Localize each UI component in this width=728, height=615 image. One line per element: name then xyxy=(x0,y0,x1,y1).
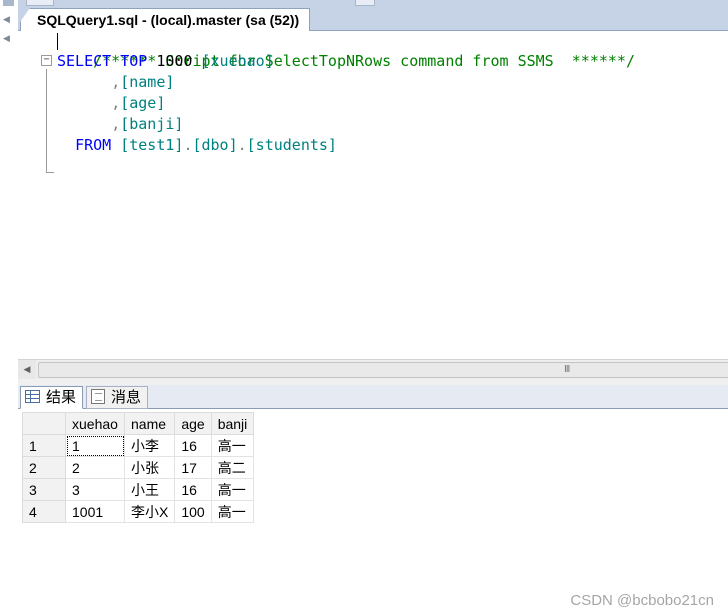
column-header-age[interactable]: age xyxy=(174,412,212,435)
column-xuehao: [xuehao] xyxy=(201,52,274,70)
row-number[interactable]: 3 xyxy=(22,478,66,501)
comma: , xyxy=(111,73,121,91)
grid-cell[interactable]: 1 xyxy=(65,434,125,457)
table-row: 1 1 小李 16 高一 xyxy=(22,434,255,457)
grid-cell[interactable]: 高二 xyxy=(210,456,255,479)
grid-cell[interactable]: 小李 xyxy=(123,434,176,457)
grid-cell[interactable]: 2 xyxy=(65,456,125,479)
table-schema: [dbo] xyxy=(192,136,238,154)
watermark: CSDN @bcbobo21cn xyxy=(570,592,714,609)
collapse-arrow-icon[interactable]: ◀ xyxy=(3,33,10,43)
grid-cell[interactable]: 100 xyxy=(174,500,212,523)
grid-cell[interactable]: 高一 xyxy=(210,478,255,501)
messages-icon xyxy=(91,389,105,404)
grid-corner[interactable] xyxy=(22,412,66,435)
keyword-top: TOP xyxy=(120,52,148,70)
collapse-arrow-icon[interactable]: ◀ xyxy=(3,14,10,24)
scrollbar-thumb[interactable]: III xyxy=(38,362,728,378)
dot: . xyxy=(237,136,247,154)
keyword-select: SELECT xyxy=(57,52,112,70)
code-line-from: FROM [test1].[dbo].[students] xyxy=(57,135,337,156)
row-number[interactable]: 1 xyxy=(22,434,66,457)
code-line-age: ,[age] xyxy=(57,93,165,114)
column-header-banji[interactable]: banji xyxy=(210,412,255,435)
tab-results[interactable]: 结果 xyxy=(20,386,84,409)
grid-cell[interactable]: 17 xyxy=(174,456,212,479)
grid-cell[interactable]: 3 xyxy=(65,478,125,501)
grid-cell[interactable]: 李小X xyxy=(123,500,176,523)
table-name: [students] xyxy=(246,136,337,154)
grid-cell[interactable]: 小王 xyxy=(123,478,176,501)
grid-icon xyxy=(25,390,40,403)
tab-results-label: 结果 xyxy=(46,389,77,406)
table-row: 4 1001 李小X 100 高一 xyxy=(22,500,255,523)
table-db: [test1] xyxy=(120,136,184,154)
outline-guide-end xyxy=(46,172,54,173)
row-number[interactable]: 2 xyxy=(22,456,66,479)
grid-cell[interactable]: 1001 xyxy=(65,500,125,523)
collapse-toggle-icon[interactable]: − xyxy=(41,55,52,66)
row-number[interactable]: 4 xyxy=(22,500,66,523)
document-tab-bar: SQLQuery1.sql - (local).master (sa (52)) xyxy=(18,6,728,31)
query-editor[interactable]: − /****** Script for SelectTopNRows comm… xyxy=(18,31,728,359)
grid-cell[interactable]: 高一 xyxy=(210,500,255,523)
tab-messages[interactable]: 消息 xyxy=(86,386,149,409)
column-banji: [banji] xyxy=(120,115,184,133)
column-header-xuehao[interactable]: xuehao xyxy=(65,412,125,435)
column-header-name[interactable]: name xyxy=(123,412,176,435)
grid-header-row: xuehao name age banji xyxy=(22,412,255,435)
object-explorer-edge: ◀ ◀ xyxy=(0,0,19,615)
column-age: [age] xyxy=(120,94,166,112)
grid-cell[interactable]: 高一 xyxy=(210,434,255,457)
code-line-select: SELECT TOP 1000 [xuehao] xyxy=(57,51,274,72)
tab-messages-label: 消息 xyxy=(111,389,142,406)
code-line-name: ,[name] xyxy=(57,72,174,93)
scroll-left-icon[interactable]: ◀ xyxy=(18,360,36,379)
grid-cell[interactable]: 16 xyxy=(174,434,212,457)
editor-horizontal-scrollbar[interactable]: ◀ III xyxy=(18,359,728,380)
results-pane: xuehao name age banji 1 1 小李 16 高一 2 2 小… xyxy=(18,409,728,615)
strip-marker xyxy=(3,0,14,6)
results-tab-bar: 结果 消息 xyxy=(18,385,728,409)
code-line-banji: ,[banji] xyxy=(57,114,183,135)
top-count: 1000 xyxy=(156,52,193,70)
comma: , xyxy=(111,115,121,133)
results-grid[interactable]: xuehao name age banji 1 1 小李 16 高一 2 2 小… xyxy=(22,412,255,523)
scrollbar-grip: III xyxy=(564,364,570,375)
grid-cell[interactable]: 16 xyxy=(174,478,212,501)
document-tab-title: SQLQuery1.sql - (local).master (sa (52)) xyxy=(37,12,300,28)
table-row: 2 2 小张 17 高二 xyxy=(22,456,255,479)
comma: , xyxy=(111,94,121,112)
outline-guide xyxy=(46,69,47,173)
column-name: [name] xyxy=(120,73,175,91)
table-row: 3 3 小王 16 高一 xyxy=(22,478,255,501)
document-tab[interactable]: SQLQuery1.sql - (local).master (sa (52)) xyxy=(20,8,311,31)
grid-cell[interactable]: 小张 xyxy=(123,456,176,479)
keyword-from: FROM xyxy=(75,136,112,154)
